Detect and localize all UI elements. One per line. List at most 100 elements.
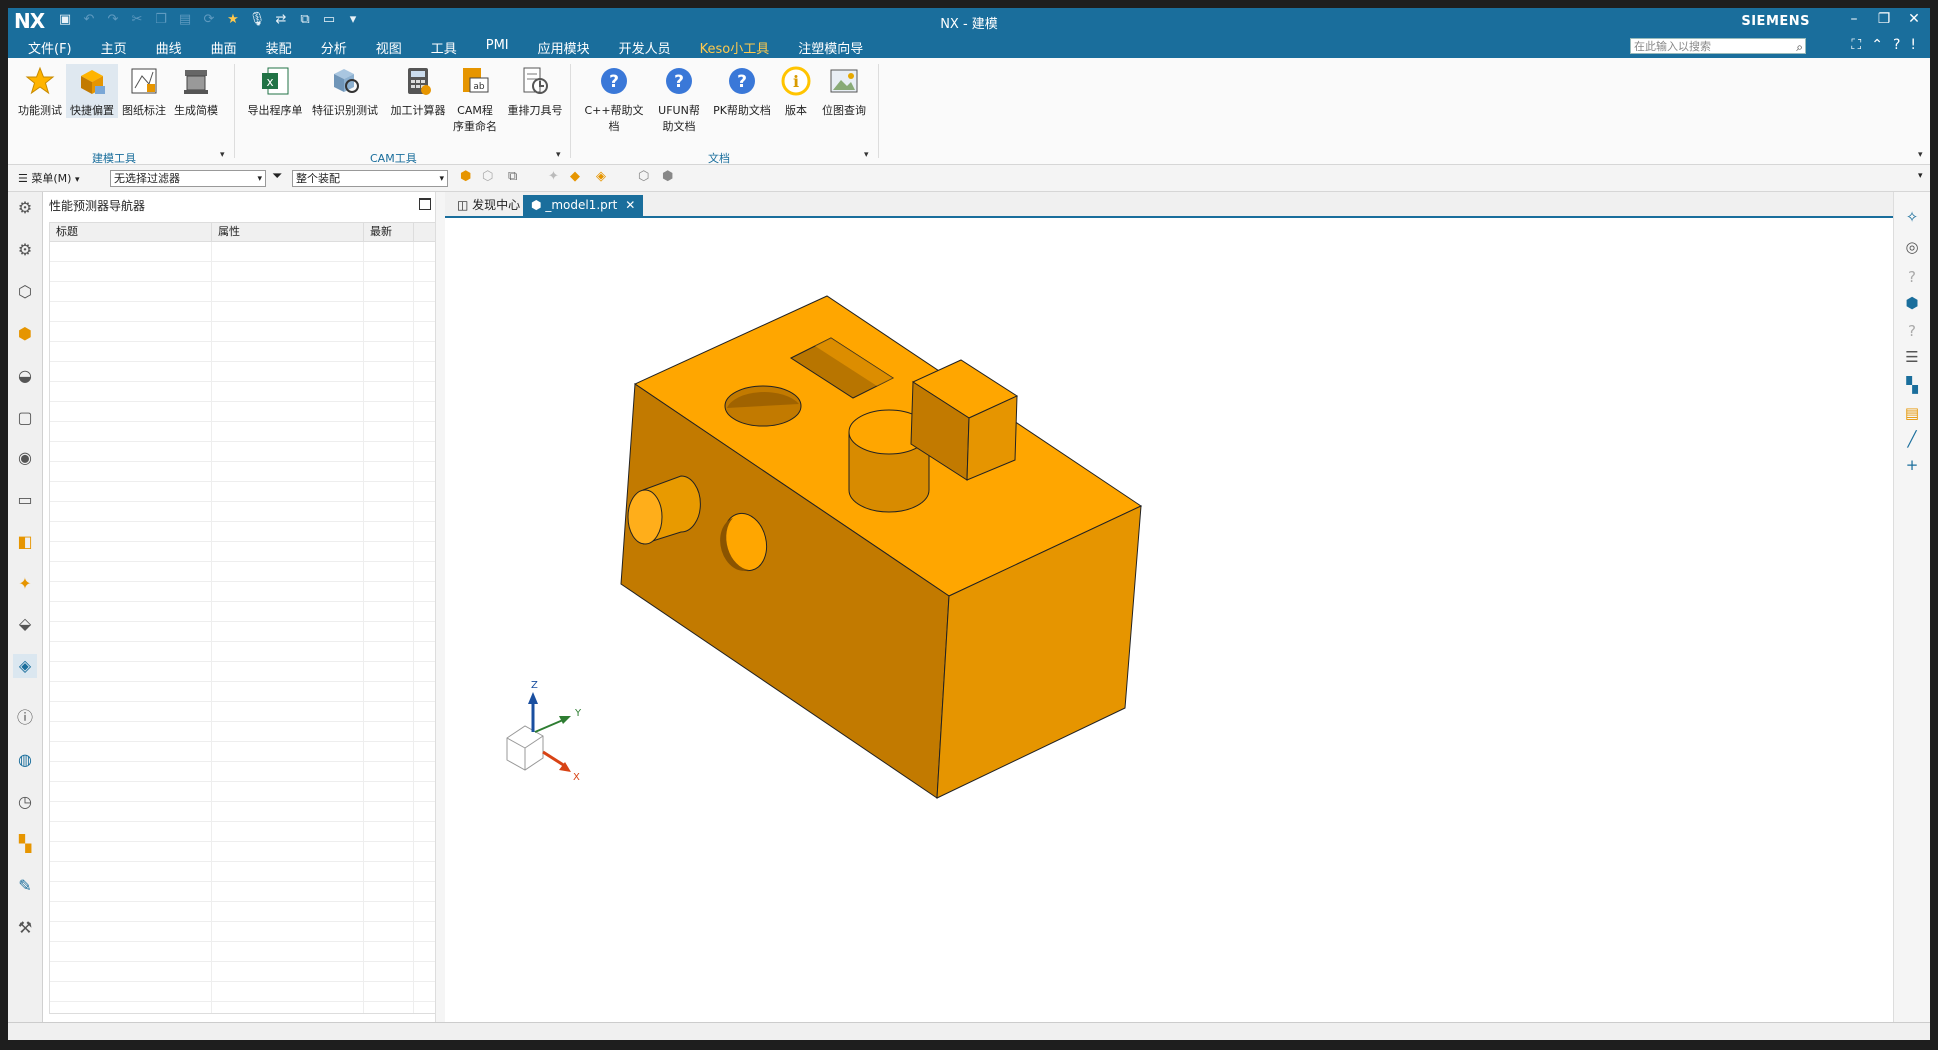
line-tool-icon[interactable]: ╱: [1901, 428, 1923, 450]
info-icon[interactable]: !: [1910, 37, 1916, 53]
chart-icon[interactable]: ▚: [1901, 374, 1923, 396]
window-switch-icon[interactable]: ⧉: [296, 11, 314, 29]
ribbon-button-pk-help[interactable]: ? PK帮助文档: [710, 64, 774, 118]
performance-predictor-icon[interactable]: ◈: [13, 654, 37, 678]
wireframe-icon[interactable]: ⬡: [638, 169, 649, 184]
ribbon-button-cpp-help[interactable]: ? C++帮助文档: [580, 64, 648, 134]
menu-item[interactable]: 装配: [266, 38, 292, 60]
ribbon-button-quick-offset[interactable]: 快捷偏置: [66, 64, 118, 118]
constraint-navigator-icon[interactable]: ⬡: [13, 280, 37, 304]
part-navigator-icon[interactable]: ⬢: [13, 322, 37, 346]
system-scene-icon[interactable]: ◍: [13, 748, 37, 772]
filter-funnel-icon[interactable]: ⏷: [272, 169, 282, 184]
ribbon-options-icon[interactable]: ▾: [1918, 150, 1923, 160]
ribbon-button-cam-program-rename[interactable]: ab CAM程序重命名: [452, 64, 498, 134]
render-style-icon[interactable]: ⬢: [1901, 292, 1923, 314]
tab-model-part[interactable]: ⬢ _model1.prt ✕: [523, 195, 644, 216]
menu-item[interactable]: 主页: [101, 38, 127, 60]
undo-icon[interactable]: ↶: [80, 11, 98, 29]
menu-dropdown[interactable]: ☰ 菜单(M) ▾: [18, 170, 79, 186]
restore-icon[interactable]: ❐: [1876, 11, 1892, 27]
ribbon-button-machining-calculator[interactable]: 加工计算器: [388, 64, 448, 118]
layer-icon[interactable]: ▤: [1901, 402, 1923, 424]
fullscreen-icon[interactable]: ⛶: [1851, 37, 1861, 53]
touch-mode-icon[interactable]: ⇄: [272, 11, 290, 29]
redo-icon[interactable]: ↷: [104, 11, 122, 29]
web-browser-icon[interactable]: ◉: [13, 446, 37, 470]
minimize-icon[interactable]: –: [1846, 11, 1862, 27]
ribbon-button-simple-model[interactable]: 生成简模: [170, 64, 222, 118]
history-icon[interactable]: ▭: [13, 488, 37, 512]
help-small-icon[interactable]: ?: [1901, 320, 1923, 342]
hd3d-tools-icon[interactable]: ▢: [13, 406, 37, 430]
paste-icon[interactable]: ▤: [176, 11, 194, 29]
ribbon-button-bitmap-query[interactable]: 位图查询: [818, 64, 870, 118]
close-tab-icon[interactable]: ✕: [625, 198, 635, 212]
column-header-attribute[interactable]: 属性: [212, 223, 364, 241]
ribbon-button-function-test[interactable]: 功能测试: [14, 64, 66, 118]
tab-discovery-center[interactable]: ◫ 发现中心: [449, 195, 528, 216]
menu-item[interactable]: PMI: [486, 38, 509, 60]
command-search-input[interactable]: 在此输入以搜索 ⌕: [1630, 38, 1806, 54]
options-dropdown-icon[interactable]: ▾: [1918, 171, 1923, 181]
group-expand-icon[interactable]: ▾: [864, 150, 869, 160]
collapse-ribbon-icon[interactable]: ⌃: [1871, 37, 1883, 53]
close-icon[interactable]: ✕: [1906, 11, 1922, 27]
orient-view-icon[interactable]: ◎: [1901, 236, 1923, 258]
role-icon[interactable]: ⓘ: [13, 706, 37, 730]
settings-gear-icon[interactable]: ⚙: [13, 196, 37, 220]
help-icon[interactable]: ?: [1893, 37, 1900, 53]
process-studio-icon[interactable]: ✦: [13, 572, 37, 596]
selection-scope-select[interactable]: 整个装配 ▾: [292, 170, 448, 187]
menu-item[interactable]: 注塑模向导: [798, 38, 863, 60]
snap-options-icon[interactable]: ◈: [596, 169, 606, 184]
menu-item[interactable]: 视图: [376, 38, 402, 60]
group-expand-icon[interactable]: ▾: [556, 150, 561, 160]
select-face-icon[interactable]: ⧉: [508, 169, 517, 184]
shaded-icon[interactable]: ⬢: [662, 169, 673, 184]
clock-history-icon[interactable]: ◷: [13, 790, 37, 814]
graphics-window[interactable]: Z Y X: [445, 218, 1893, 1022]
help-small-icon[interactable]: ?: [1901, 266, 1923, 288]
column-header-title[interactable]: 标题: [50, 223, 212, 241]
ribbon-button-drawing-annotation[interactable]: 图纸标注: [118, 64, 170, 118]
microphone-icon[interactable]: 🎙: [248, 11, 266, 29]
customize-dropdown-icon[interactable]: ▾: [344, 11, 362, 29]
palette-icon[interactable]: ▚: [13, 832, 37, 856]
column-header-latest[interactable]: 最新: [364, 223, 414, 241]
menu-item[interactable]: 文件(F): [28, 38, 72, 60]
menu-item[interactable]: 应用模块: [538, 38, 590, 60]
menu-item[interactable]: 曲面: [211, 38, 237, 60]
select-body-icon[interactable]: ⬡: [482, 169, 493, 184]
ribbon-button-export-program-sheet[interactable]: x 导出程序单: [246, 64, 304, 118]
type-filter-select[interactable]: 无选择过滤器 ▾: [110, 170, 266, 187]
search-icon[interactable]: ⌕: [1796, 39, 1803, 55]
group-expand-icon[interactable]: ▾: [220, 150, 225, 160]
ribbon-button-tool-renumber[interactable]: 重排刀具号: [504, 64, 566, 118]
manufacturing-wizard-icon[interactable]: ⬙: [13, 612, 37, 636]
favorites-star-icon[interactable]: ★: [224, 11, 242, 29]
menu-item[interactable]: 分析: [321, 38, 347, 60]
plus-icon[interactable]: +: [1901, 454, 1923, 476]
ribbon-button-ufun-help[interactable]: ? UFUN帮助文档: [656, 64, 702, 134]
menu-item[interactable]: 开发人员: [619, 38, 671, 60]
ribbon-button-version[interactable]: i 版本: [776, 64, 816, 118]
cut-icon[interactable]: ✂: [128, 11, 146, 29]
fit-view-icon[interactable]: ✧: [1901, 206, 1923, 228]
ribbon-button-feature-recognition[interactable]: 特征识别测试: [310, 64, 380, 118]
tools-icon[interactable]: ⚒: [13, 916, 37, 940]
save-icon[interactable]: ▣: [56, 11, 74, 29]
snap-icon[interactable]: ✦: [548, 169, 559, 184]
document-list-icon[interactable]: ☰: [1901, 346, 1923, 368]
maximize-panel-icon[interactable]: [419, 198, 431, 210]
reuse-library-icon[interactable]: ◒: [13, 364, 37, 388]
assembly-navigator-icon[interactable]: ⚙: [13, 238, 37, 262]
repeat-command-icon[interactable]: ⟳: [200, 11, 218, 29]
window-menu-icon[interactable]: ▭: [320, 11, 338, 29]
snap-point-icon[interactable]: ◆: [570, 169, 580, 184]
copy-icon[interactable]: ❐: [152, 11, 170, 29]
select-feature-icon[interactable]: ⬢: [460, 169, 471, 184]
system-materials-icon[interactable]: ◧: [13, 530, 37, 554]
menu-item[interactable]: 工具: [431, 38, 457, 60]
menu-item[interactable]: 曲线: [156, 38, 182, 60]
